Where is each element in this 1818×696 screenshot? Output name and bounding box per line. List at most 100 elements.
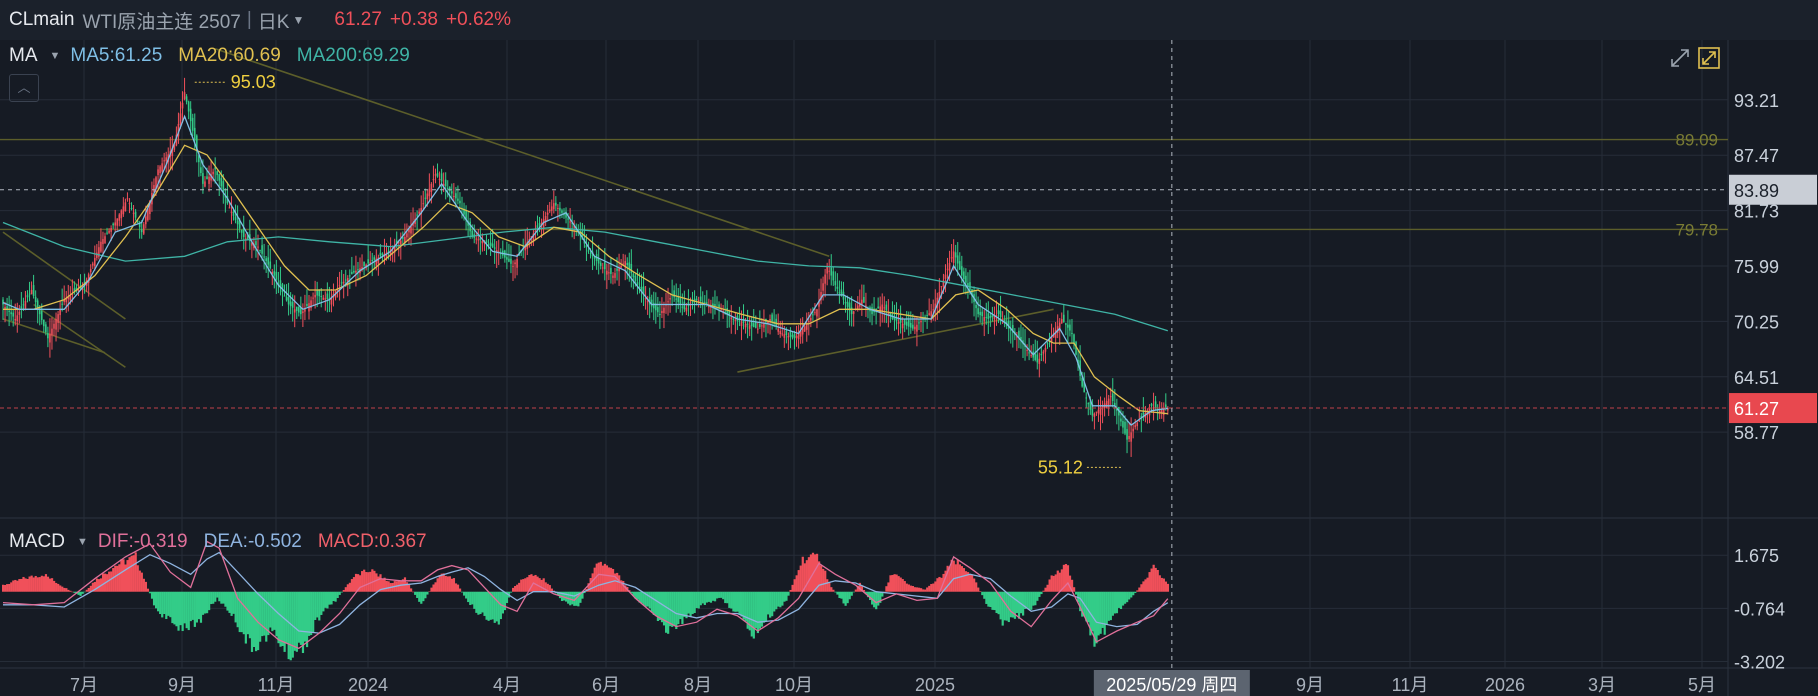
candle-body[interactable] <box>761 325 763 327</box>
candle-body[interactable] <box>730 317 733 320</box>
candle-body[interactable] <box>230 211 233 213</box>
candle-body[interactable] <box>1162 409 1165 416</box>
ma-indicator-label[interactable]: MA <box>9 45 38 67</box>
candle-body[interactable] <box>30 290 33 295</box>
candle-body[interactable] <box>608 272 610 274</box>
candle-body[interactable] <box>1069 324 1071 331</box>
candle-body[interactable] <box>108 230 110 233</box>
candle-body[interactable] <box>298 307 300 313</box>
candle-body[interactable] <box>132 212 135 214</box>
candle-body[interactable] <box>34 296 37 303</box>
candle-body[interactable] <box>1128 435 1130 440</box>
candle-body[interactable] <box>318 290 320 297</box>
candle-body[interactable] <box>165 157 167 162</box>
candle-body[interactable] <box>1046 343 1049 345</box>
candle-body[interactable] <box>112 223 114 226</box>
candle-body[interactable] <box>381 253 384 256</box>
candle-body[interactable] <box>787 335 790 338</box>
candle-body[interactable] <box>779 331 782 334</box>
candle-body[interactable] <box>459 200 461 204</box>
candle-body[interactable] <box>926 314 928 316</box>
candle-body[interactable] <box>1111 393 1114 402</box>
candle-body[interactable] <box>912 324 914 329</box>
candle-body[interactable] <box>57 314 59 323</box>
candle-body[interactable] <box>422 203 425 205</box>
candle-body[interactable] <box>1030 355 1032 357</box>
candle-body[interactable] <box>163 160 165 162</box>
candle-body[interactable] <box>448 187 451 192</box>
candle-body[interactable] <box>438 179 441 181</box>
candle-body[interactable] <box>314 294 316 298</box>
candle-body[interactable] <box>367 259 369 264</box>
candle-body[interactable] <box>110 227 112 232</box>
candle-body[interactable] <box>218 174 221 181</box>
candle-body[interactable] <box>626 262 629 266</box>
candle-body[interactable] <box>273 271 276 276</box>
candle-body[interactable] <box>59 309 61 316</box>
candle-body[interactable] <box>1122 420 1124 428</box>
candle-body[interactable] <box>257 246 259 248</box>
candle-body[interactable] <box>373 257 376 260</box>
candle-body[interactable] <box>681 306 684 308</box>
candle-body[interactable] <box>232 211 235 216</box>
candle-body[interactable] <box>659 313 661 315</box>
candle-body[interactable] <box>930 311 932 317</box>
candle-body[interactable] <box>287 297 290 305</box>
candle-body[interactable] <box>416 214 418 216</box>
candle-body[interactable] <box>1026 349 1028 351</box>
candle-body[interactable] <box>508 258 510 262</box>
candle-body[interactable] <box>538 223 541 226</box>
candle-body[interactable] <box>363 261 365 266</box>
candle-body[interactable] <box>326 293 329 299</box>
candle-body[interactable] <box>561 210 563 213</box>
candle-body[interactable] <box>559 207 561 211</box>
candle-body[interactable] <box>1120 418 1122 422</box>
candle-body[interactable] <box>342 281 345 284</box>
candle-body[interactable] <box>822 283 824 291</box>
candle-body[interactable] <box>406 233 408 238</box>
candle-body[interactable] <box>100 241 102 252</box>
candle-body[interactable] <box>885 304 888 311</box>
candle-body[interactable] <box>351 271 353 275</box>
candle-body[interactable] <box>1093 413 1096 417</box>
candle-body[interactable] <box>1150 403 1153 406</box>
candle-body[interactable] <box>620 265 622 268</box>
candle-body[interactable] <box>1028 352 1030 354</box>
candle-body[interactable] <box>763 323 765 328</box>
candle-body[interactable] <box>510 258 512 264</box>
candle-body[interactable] <box>204 181 206 187</box>
candle-body[interactable] <box>145 216 147 225</box>
candle-body[interactable] <box>830 267 833 276</box>
candle-body[interactable] <box>434 174 437 176</box>
candle-body[interactable] <box>481 240 484 244</box>
candle-body[interactable] <box>338 285 341 287</box>
candle-body[interactable] <box>440 173 443 182</box>
macd-indicator-label[interactable]: MACD <box>9 531 65 553</box>
candle-body[interactable] <box>601 267 604 269</box>
candle-body[interactable] <box>1152 407 1155 410</box>
candle-body[interactable] <box>632 273 635 278</box>
candle-body[interactable] <box>1124 421 1126 434</box>
candle-body[interactable] <box>1040 353 1043 356</box>
candle-body[interactable] <box>265 258 267 262</box>
candle-body[interactable] <box>91 263 94 266</box>
candle-body[interactable] <box>744 323 747 328</box>
candle-body[interactable] <box>1036 354 1039 363</box>
candle-body[interactable] <box>120 210 123 219</box>
candle-body[interactable] <box>491 243 494 248</box>
candle-body[interactable] <box>138 223 141 228</box>
candle-body[interactable] <box>514 262 516 265</box>
candle-body[interactable] <box>808 320 810 323</box>
candle-body[interactable] <box>444 179 447 187</box>
fullscreen-icon[interactable] <box>1697 46 1721 70</box>
candle-body[interactable] <box>200 167 202 174</box>
candle-body[interactable] <box>985 317 988 319</box>
candle-body[interactable] <box>852 311 855 314</box>
candle-body[interactable] <box>104 236 106 244</box>
candle-body[interactable] <box>844 302 847 304</box>
candle-body[interactable] <box>312 297 314 299</box>
candle-body[interactable] <box>124 202 127 212</box>
candle-body[interactable] <box>283 295 286 297</box>
candle-body[interactable] <box>646 301 649 303</box>
candle-body[interactable] <box>832 271 835 281</box>
